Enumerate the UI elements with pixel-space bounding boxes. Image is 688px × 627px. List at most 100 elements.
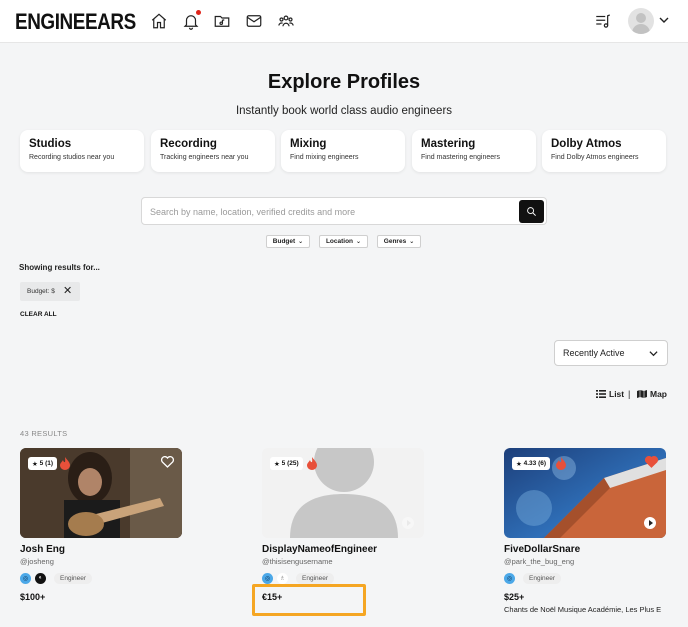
category-card-recording[interactable]: Recording Tracking engineers near you bbox=[151, 130, 275, 172]
notification-dot bbox=[196, 10, 201, 15]
play-icon bbox=[406, 520, 411, 526]
fire-icon bbox=[556, 457, 566, 470]
category-card-dolby-atmos[interactable]: Dolby Atmos Find Dolby Atmos engineers bbox=[542, 130, 666, 172]
bell-icon[interactable] bbox=[181, 10, 201, 31]
list-icon bbox=[596, 390, 606, 398]
category-subtitle: Tracking engineers near you bbox=[160, 154, 249, 161]
annotation-highlight-box bbox=[252, 584, 366, 616]
star-icon: ★ bbox=[516, 460, 522, 468]
play-button[interactable] bbox=[644, 517, 656, 529]
active-filter-chip: Budget: $ ✕ bbox=[20, 282, 80, 301]
category-title: Mastering bbox=[421, 138, 476, 150]
chevron-down-icon: ⌄ bbox=[356, 239, 362, 245]
avatar-head bbox=[636, 13, 646, 23]
profile-card[interactable]: ★ 5 (25) DisplayNameofEngineer @thisisen… bbox=[262, 448, 424, 602]
profile-username: @thisisengusername bbox=[262, 557, 333, 566]
search-button[interactable] bbox=[519, 200, 544, 223]
category-subtitle: Recording studios near you bbox=[29, 154, 115, 161]
chevron-down-icon: ⌄ bbox=[409, 239, 415, 245]
platinum-badge-icon: ◐ bbox=[35, 572, 46, 584]
community-icon[interactable] bbox=[276, 11, 296, 31]
category-card-studios[interactable]: Studios Recording studios near you bbox=[20, 130, 144, 172]
star-icon: ★ bbox=[32, 460, 38, 468]
trophy-badge-icon: ♗ bbox=[277, 572, 288, 584]
list-view-label: List bbox=[609, 389, 625, 399]
category-subtitle: Find Dolby Atmos engineers bbox=[551, 154, 639, 161]
profile-image[interactable]: ★ 5 (25) bbox=[262, 448, 424, 538]
list-view-toggle[interactable]: List bbox=[596, 389, 624, 399]
search-input[interactable] bbox=[150, 204, 510, 220]
fire-icon bbox=[60, 457, 70, 470]
playlist-icon[interactable] bbox=[593, 11, 613, 31]
chip-label: Budget: $ bbox=[27, 288, 55, 295]
play-button[interactable] bbox=[402, 517, 414, 529]
rating-badge: ★ 5 (1) bbox=[28, 457, 58, 470]
verified-badge-icon: ◎ bbox=[262, 572, 273, 584]
clear-all-link[interactable]: CLEAR ALL bbox=[20, 311, 57, 318]
price-label: $25+ bbox=[504, 592, 525, 602]
verified-badge-icon: ◎ bbox=[20, 572, 31, 584]
category-title: Mixing bbox=[290, 138, 327, 150]
review-count: (1) bbox=[45, 460, 54, 467]
role-badge: Engineer bbox=[54, 572, 93, 584]
category-card-mastering[interactable]: Mastering Find mastering engineers bbox=[412, 130, 536, 172]
filter-label: Genres bbox=[383, 238, 407, 245]
top-navigation-bar: ENGINEEARS bbox=[0, 0, 688, 43]
app-logo[interactable]: ENGINEEARS bbox=[15, 9, 136, 35]
star-icon: ★ bbox=[274, 460, 280, 468]
profile-badges: ◎ Engineer bbox=[504, 572, 666, 584]
rating-value: 5 bbox=[39, 460, 44, 467]
category-card-mixing[interactable]: Mixing Find mixing engineers bbox=[281, 130, 405, 172]
budget-filter-button[interactable]: Budget ⌄ bbox=[266, 235, 310, 248]
profile-card[interactable]: ★ 5 (1) Josh Eng @josheng ◎ ◐ Engineer $… bbox=[20, 448, 182, 602]
search-icon bbox=[527, 207, 536, 216]
category-subtitle: Find mixing engineers bbox=[290, 154, 359, 161]
profile-image[interactable]: ★ 4.33 (6) bbox=[504, 448, 666, 538]
home-icon[interactable] bbox=[149, 11, 169, 31]
mail-icon[interactable] bbox=[244, 11, 264, 31]
category-title: Studios bbox=[29, 138, 72, 150]
favorite-heart-icon[interactable] bbox=[645, 456, 658, 468]
sort-selected-value: Recently Active bbox=[563, 348, 625, 358]
profile-name[interactable]: FiveDollarSnare bbox=[504, 544, 666, 555]
profile-card[interactable]: ★ 4.33 (6) FiveDollarSnare @park_the_bug… bbox=[504, 448, 666, 614]
map-view-label: Map bbox=[650, 389, 667, 399]
chevron-down-icon: ⌄ bbox=[298, 239, 304, 245]
location-filter-button[interactable]: Location ⌄ bbox=[319, 235, 368, 248]
profile-badges: ◎ ♗ Engineer bbox=[262, 572, 424, 584]
rating-badge: ★ 4.33 (6) bbox=[512, 457, 551, 470]
view-toggle-divider: | bbox=[628, 389, 631, 399]
map-view-toggle[interactable]: Map bbox=[637, 389, 667, 399]
genres-filter-button[interactable]: Genres ⌄ bbox=[377, 235, 421, 248]
profile-name[interactable]: Josh Eng bbox=[20, 544, 182, 555]
favorite-heart-icon[interactable] bbox=[161, 456, 174, 468]
page-title: Explore Profiles bbox=[267, 71, 421, 93]
price-label: $100+ bbox=[20, 592, 46, 602]
rating-value: 4.33 bbox=[523, 460, 537, 467]
chevron-down-icon[interactable] bbox=[659, 15, 669, 25]
map-icon bbox=[637, 390, 647, 398]
category-title: Dolby Atmos bbox=[551, 138, 622, 150]
review-count: (6) bbox=[538, 460, 547, 467]
chevron-down-icon bbox=[649, 351, 658, 357]
avatar-body bbox=[632, 24, 650, 34]
fire-icon bbox=[307, 457, 317, 470]
remove-filter-icon[interactable]: ✕ bbox=[63, 286, 72, 297]
profile-username: @josheng bbox=[20, 557, 54, 566]
results-count: 43 RESULTS bbox=[20, 429, 68, 438]
rating-value: 5 bbox=[281, 460, 286, 467]
profile-name[interactable]: DisplayNameofEngineer bbox=[262, 544, 424, 555]
sort-dropdown[interactable]: Recently Active bbox=[554, 340, 668, 366]
folder-music-icon[interactable] bbox=[212, 11, 232, 31]
filter-label: Budget bbox=[272, 238, 296, 245]
profile-badges: ◎ ◐ Engineer bbox=[20, 572, 182, 584]
role-badge: Engineer bbox=[523, 572, 562, 584]
user-avatar[interactable] bbox=[628, 8, 654, 34]
page-subtitle: Instantly book world class audio enginee… bbox=[235, 105, 453, 117]
verified-badge-icon: ◎ bbox=[504, 572, 515, 584]
profile-image[interactable]: ★ 5 (1) bbox=[20, 448, 182, 538]
search-bar bbox=[141, 197, 547, 225]
profile-username: @park_the_bug_eng bbox=[504, 557, 575, 566]
role-badge: Engineer bbox=[296, 572, 335, 584]
play-icon bbox=[648, 520, 653, 526]
